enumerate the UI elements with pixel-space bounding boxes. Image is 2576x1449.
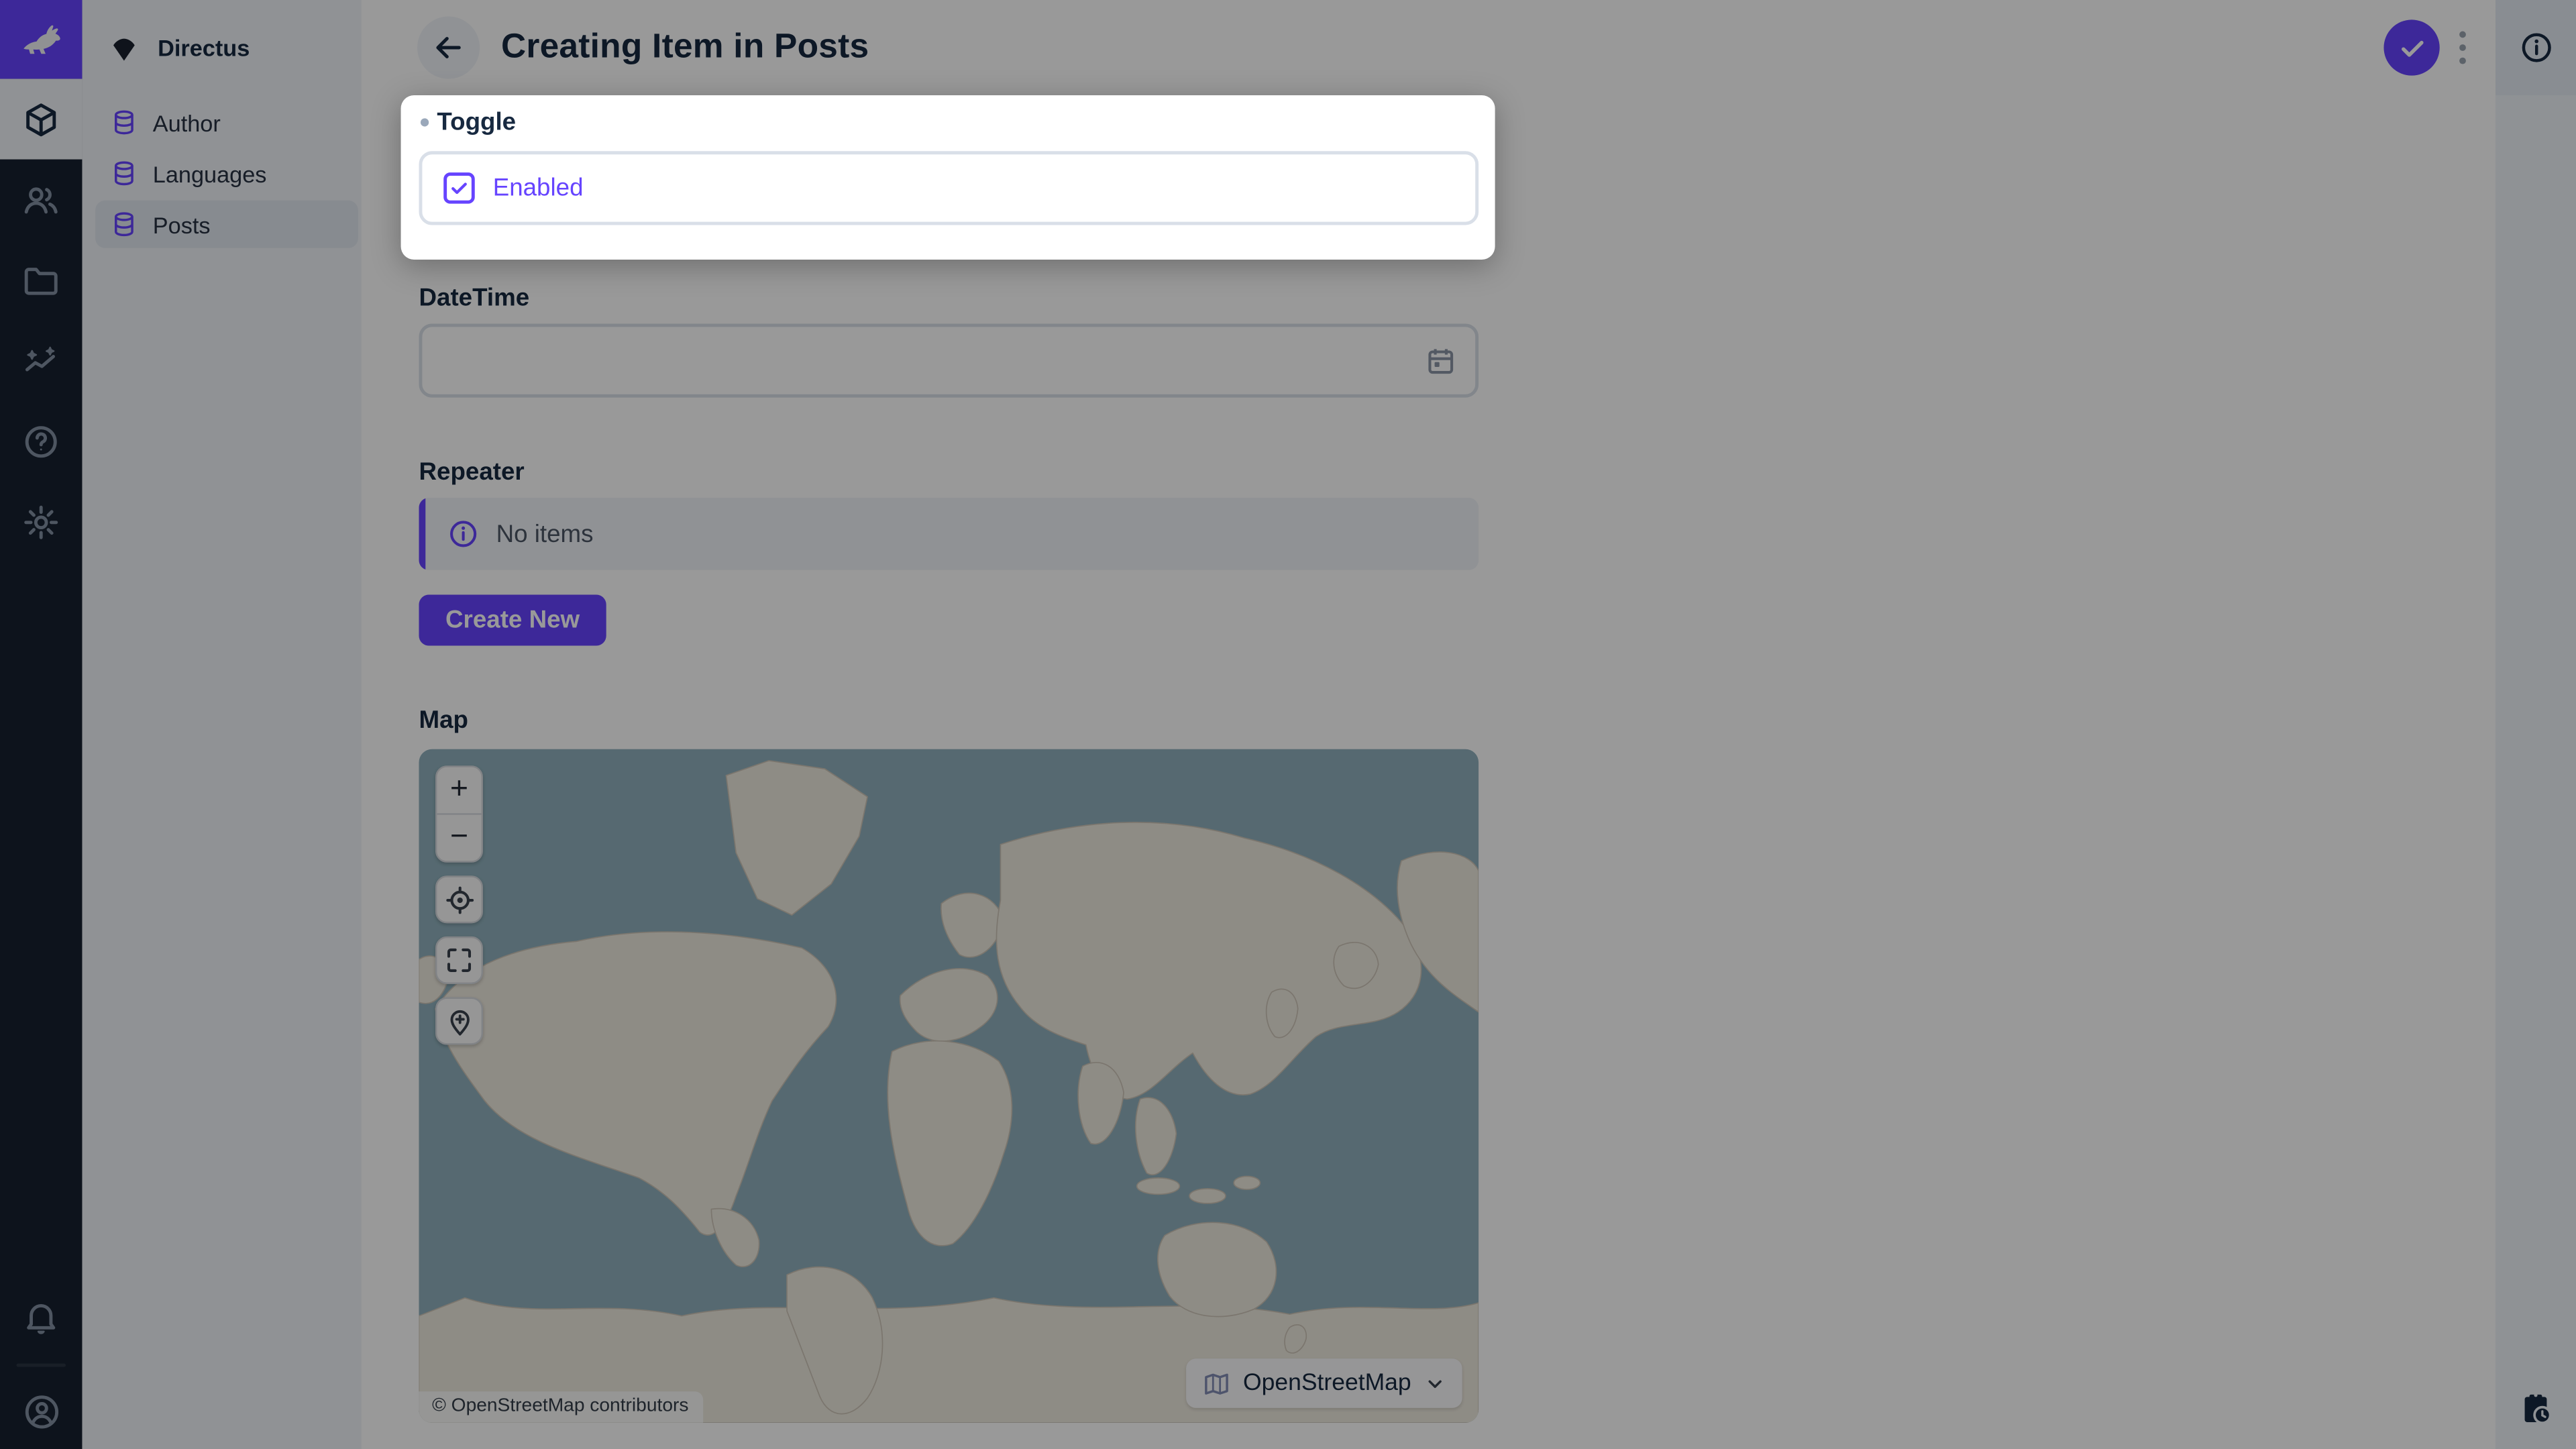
toggle-field-label-row: Toggle: [437, 107, 1479, 136]
toggle-option-label: Enabled: [493, 174, 584, 203]
field-edited-dot: [421, 117, 429, 125]
toggle-input[interactable]: Enabled: [419, 151, 1479, 225]
toggle-field-label: Toggle: [437, 107, 516, 136]
toggle-field-card: Toggle Enabled: [401, 95, 1495, 260]
directus-app: Creating Item in Posts Toggle Enabled: [0, 0, 2576, 1449]
checkbox-checked-icon[interactable]: [443, 172, 475, 204]
